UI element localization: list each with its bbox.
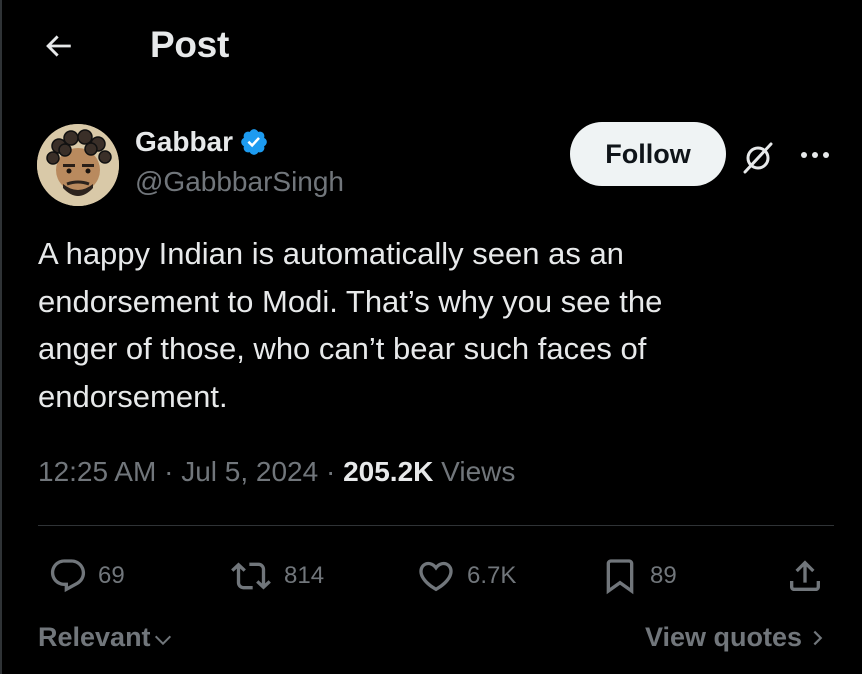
bookmark-count: 89 <box>650 562 677 589</box>
chevron-right-icon <box>813 630 823 645</box>
grok-button[interactable] <box>737 136 779 178</box>
views-label: Views <box>441 456 516 487</box>
meta-separator: · <box>156 456 182 487</box>
reply-icon <box>50 559 86 593</box>
reply-sort-dropdown[interactable]: Relevant <box>38 622 174 653</box>
avatar[interactable] <box>37 124 119 206</box>
follow-button[interactable]: Follow <box>570 122 726 186</box>
more-horizontal-icon <box>801 152 829 158</box>
page-title: Post <box>150 24 229 65</box>
avatar-image <box>37 124 119 206</box>
grok-icon <box>743 142 773 174</box>
author-handle[interactable]: @GabbbarSingh <box>135 166 344 198</box>
verified-badge-icon <box>241 129 267 155</box>
reply-button[interactable]: 69 <box>48 556 125 596</box>
author-name-row: Gabbar <box>135 126 269 158</box>
tweet-text: A happy Indian is automatically seen as … <box>38 236 663 414</box>
bookmark-icon <box>606 559 634 595</box>
arrow-left-icon <box>46 35 71 57</box>
more-options-button[interactable] <box>797 138 833 172</box>
share-icon <box>790 560 820 591</box>
page-header: Post <box>0 0 862 92</box>
repost-count: 814 <box>284 562 325 589</box>
share-button[interactable] <box>785 556 825 596</box>
like-button[interactable]: 6.7K <box>415 556 516 596</box>
views-count: 205.2K <box>343 456 434 487</box>
column-border <box>0 0 2 674</box>
meta-separator: · <box>318 456 344 487</box>
reply-sort-label: Relevant <box>38 622 151 652</box>
heart-icon <box>419 561 453 592</box>
repost-icon <box>231 562 271 590</box>
tweet-meta: 12:25 AM · Jul 5, 2024 · 205.2K Views <box>38 456 515 488</box>
tweet-date[interactable]: Jul 5, 2024 <box>181 456 318 487</box>
tweet-time[interactable]: 12:25 AM <box>38 456 156 487</box>
author-name[interactable]: Gabbar <box>135 126 233 158</box>
chevron-down-icon <box>154 635 171 645</box>
back-button[interactable] <box>38 26 78 66</box>
view-quotes-link[interactable]: View quotes <box>645 622 828 653</box>
repost-button[interactable]: 814 <box>228 556 324 596</box>
reply-count: 69 <box>98 562 125 589</box>
like-count: 6.7K <box>467 562 517 589</box>
bookmark-button[interactable]: 89 <box>600 556 677 596</box>
view-quotes-label: View quotes <box>644 622 802 652</box>
divider <box>38 525 834 526</box>
